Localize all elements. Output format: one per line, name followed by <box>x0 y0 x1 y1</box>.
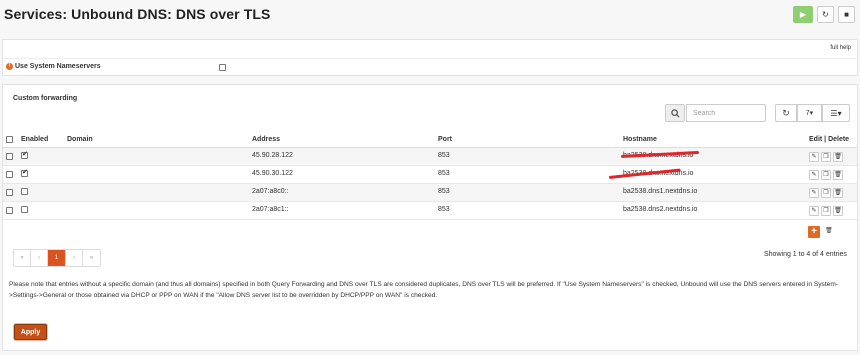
edit-icon[interactable]: ✎ <box>809 152 819 162</box>
row-select-checkbox[interactable] <box>6 153 13 162</box>
row-enabled-checkbox[interactable] <box>21 188 28 197</box>
stop-icon: ■ <box>844 10 849 19</box>
row-enabled-checkbox[interactable] <box>21 206 28 215</box>
copy-icon[interactable]: ❐ <box>821 188 831 198</box>
search-input[interactable] <box>686 104 766 122</box>
delete-icon[interactable]: 🗑 <box>833 170 843 180</box>
page-header: Services: Unbound DNS: DNS over TLS ▶ ↻ … <box>0 0 860 30</box>
pagination: « ‹ 1 › » <box>13 249 101 267</box>
section-title: Custom forwarding <box>13 95 78 102</box>
row-port: 853 <box>438 170 450 177</box>
col-enabled[interactable]: Enabled <box>21 136 48 143</box>
page-title: Services: Unbound DNS: DNS over TLS <box>4 6 271 22</box>
info-icon[interactable]: i <box>6 63 13 70</box>
use-system-nameservers-label: Use System Nameservers <box>15 63 101 70</box>
delete-selected-icon[interactable]: 🗑 <box>823 227 834 237</box>
col-port[interactable]: Port <box>438 136 452 143</box>
select-all-checkbox[interactable] <box>6 136 13 145</box>
row-select-checkbox[interactable] <box>6 207 13 216</box>
pagination-info: Showing 1 to 4 of 4 entries <box>764 251 847 258</box>
row-address: 45.90.30.122 <box>252 170 293 177</box>
row-address: 2a07:a8c1:: <box>252 206 289 213</box>
restart-icon: ↻ <box>822 10 829 19</box>
edit-icon[interactable]: ✎ <box>809 188 819 198</box>
row-port: 853 <box>438 206 450 213</box>
copy-icon[interactable]: ❐ <box>821 170 831 180</box>
delete-icon[interactable]: 🗑 <box>833 206 843 216</box>
row-enabled-checkbox[interactable] <box>21 168 28 179</box>
play-icon: ▶ <box>799 10 807 19</box>
row-actions: ✎ ❐ 🗑 <box>809 170 845 180</box>
copy-icon[interactable]: ❐ <box>821 206 831 216</box>
refresh-button[interactable]: ↻ <box>775 104 797 122</box>
row-port: 853 <box>438 188 450 195</box>
search-icon[interactable] <box>665 104 685 122</box>
table-row[interactable]: 45.90.28.122 853 ba2538.dns.nextdns.io ✎… <box>3 148 857 166</box>
copy-icon[interactable]: ❐ <box>821 152 831 162</box>
delete-icon[interactable]: 🗑 <box>833 188 843 198</box>
row-enabled-checkbox[interactable] <box>21 150 28 161</box>
prev-page-button[interactable]: ‹ <box>31 250 48 266</box>
table-row[interactable]: 2a07:a8c0:: 853 ba2538.dns1.nextdns.io ✎… <box>3 184 857 202</box>
refresh-icon: ↻ <box>782 107 790 118</box>
current-page-button[interactable]: 1 <box>48 250 66 266</box>
table-header: Enabled Domain Address Port Hostname Edi… <box>3 131 857 148</box>
col-address[interactable]: Address <box>252 136 280 143</box>
help-note: Please note that entries without a speci… <box>9 281 839 299</box>
row-actions: ✎ ❐ 🗑 <box>809 152 845 162</box>
row-actions: ✎ ❐ 🗑 <box>809 206 845 216</box>
first-page-button[interactable]: « <box>14 250 31 266</box>
start-service-button[interactable]: ▶ <box>793 6 813 23</box>
restart-service-button[interactable]: ↻ <box>817 6 834 23</box>
row-address: 45.90.28.122 <box>252 152 293 159</box>
row-select-checkbox[interactable] <box>6 171 13 180</box>
list-icon: ☰▾ <box>830 108 842 118</box>
add-row-actions: + 🗑 <box>808 226 836 238</box>
edit-icon[interactable]: ✎ <box>809 206 819 216</box>
stop-service-button[interactable]: ■ <box>838 6 855 23</box>
use-system-nameservers-row: i Use System Nameservers <box>3 58 857 76</box>
rows-per-page-dropdown[interactable]: 7▾ <box>797 104 822 122</box>
next-page-button[interactable]: › <box>66 250 83 266</box>
row-address: 2a07:a8c0:: <box>252 188 289 195</box>
col-hostname[interactable]: Hostname <box>623 136 657 143</box>
add-icon[interactable]: + <box>808 226 820 238</box>
apply-button[interactable]: Apply <box>14 324 47 340</box>
full-help-link[interactable]: full help <box>830 45 851 51</box>
general-settings-panel: full help i Use System Nameservers <box>2 39 858 76</box>
delete-icon[interactable]: 🗑 <box>833 152 843 162</box>
row-port: 853 <box>438 152 450 159</box>
table-row[interactable]: 2a07:a8c1:: 853 ba2538.dns2.nextdns.io ✎… <box>3 202 857 220</box>
row-hostname: ba2538.dns2.nextdns.io <box>623 206 698 213</box>
row-hostname: ba2538.dns1.nextdns.io <box>623 188 698 195</box>
last-page-button[interactable]: » <box>83 250 100 266</box>
custom-forwarding-panel: Custom forwarding ↻ 7▾ ☰▾ Enabled Domain… <box>2 84 858 351</box>
columns-dropdown[interactable]: ☰▾ <box>822 104 850 122</box>
table-row[interactable]: 45.90.30.122 853 ba2538.dns.nextdns.io ✎… <box>3 166 857 184</box>
forwarding-table: Enabled Domain Address Port Hostname Edi… <box>3 131 857 220</box>
col-domain[interactable]: Domain <box>67 136 93 143</box>
edit-icon[interactable]: ✎ <box>809 170 819 180</box>
use-system-nameservers-checkbox[interactable] <box>219 64 226 71</box>
row-actions: ✎ ❐ 🗑 <box>809 188 845 198</box>
col-actions: Edit | Delete <box>809 136 850 143</box>
row-select-checkbox[interactable] <box>6 189 13 198</box>
